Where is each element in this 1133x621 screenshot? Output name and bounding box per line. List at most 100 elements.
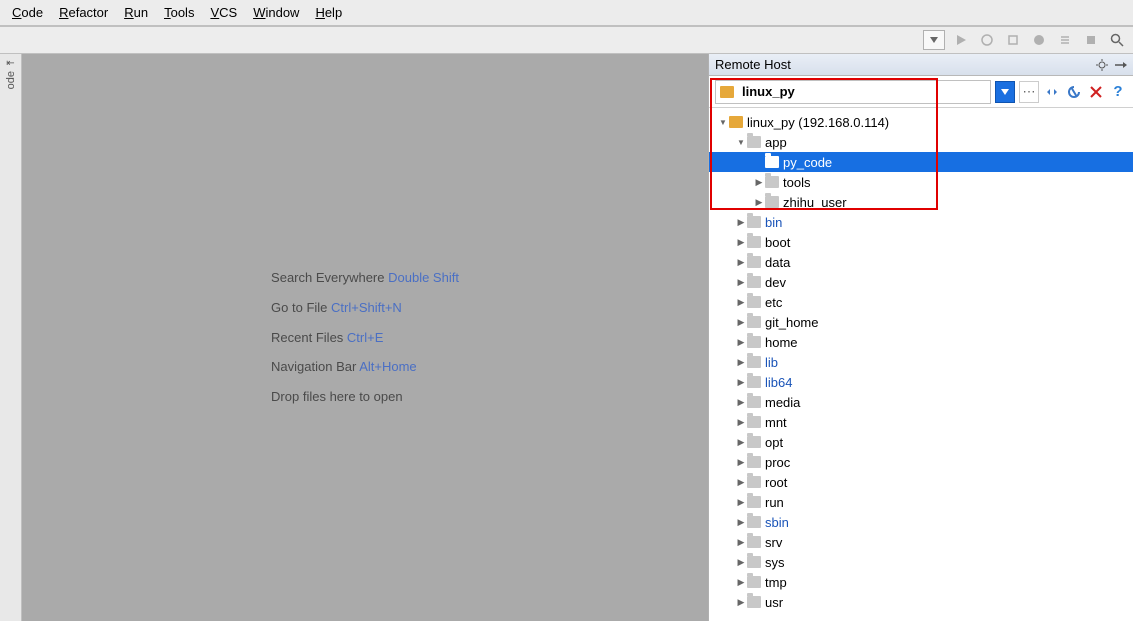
chevron-right-icon[interactable]: ▶ (735, 417, 747, 428)
left-gutter: ⇤ ode (0, 54, 22, 621)
editor-hint: Navigation Bar Alt+Home (271, 352, 459, 382)
editor-hints: Search Everywhere Double ShiftGo to File… (271, 263, 459, 412)
chevron-right-icon[interactable]: ▶ (735, 337, 747, 348)
remote-file-tree[interactable]: ▼linux_py (192.168.0.114)▼apppy_code▶too… (709, 108, 1133, 621)
chevron-right-icon[interactable]: ▶ (735, 577, 747, 588)
search-icon[interactable] (1107, 30, 1127, 50)
delete-icon[interactable] (1087, 83, 1105, 101)
tree-row[interactable]: ▶root (709, 472, 1133, 492)
editor-hint: Recent Files Ctrl+E (271, 323, 459, 353)
tree-row[interactable]: ▶lib64 (709, 372, 1133, 392)
tree-row[interactable]: ▶ etc (709, 292, 1133, 312)
tree-row[interactable]: ▼linux_py (192.168.0.114) (709, 112, 1133, 132)
tree-row[interactable]: ▶usr (709, 592, 1133, 612)
chevron-right-icon[interactable]: ▶ (753, 177, 765, 188)
chevron-right-icon[interactable]: ▶ (735, 517, 747, 528)
remote-host-panel: Remote Host linux_py ⋯ ? ▼linux_py (192.… (708, 54, 1133, 621)
collapse-left-icon[interactable]: ⇤ (6, 58, 14, 69)
menu-run[interactable]: Run (116, 5, 156, 20)
folder-icon (765, 196, 779, 208)
menu-window[interactable]: Window (245, 5, 307, 20)
tree-label: dev (765, 275, 786, 290)
server-selector[interactable]: linux_py (715, 80, 991, 104)
folder-icon (747, 236, 761, 248)
left-gutter-label[interactable]: ode (5, 71, 17, 89)
tree-label: sys (765, 555, 785, 570)
chevron-right-icon[interactable]: ▶ (735, 597, 747, 608)
refresh-icon[interactable] (1065, 83, 1083, 101)
run-icon[interactable] (951, 30, 971, 50)
chevron-right-icon[interactable]: ▶ (753, 197, 765, 208)
chevron-right-icon[interactable]: ▶ (735, 237, 747, 248)
menu-refactor[interactable]: Refactor (51, 5, 116, 20)
debug-icon[interactable] (977, 30, 997, 50)
chevron-right-icon[interactable]: ▶ (735, 537, 747, 548)
server-icon (720, 86, 734, 98)
run-config-dropdown[interactable] (923, 30, 945, 50)
menu-help[interactable]: Help (307, 5, 350, 20)
tree-row[interactable]: ▼app (709, 132, 1133, 152)
tree-row[interactable]: ▶srv (709, 532, 1133, 552)
tree-row[interactable]: ▶tools (709, 172, 1133, 192)
hide-icon[interactable] (1113, 58, 1127, 72)
tree-row[interactable]: ▶data (709, 252, 1133, 272)
tree-row[interactable]: ▶home (709, 332, 1133, 352)
coverage-icon[interactable] (1003, 30, 1023, 50)
tree-row[interactable]: ▶boot (709, 232, 1133, 252)
folder-icon (747, 356, 761, 368)
editor-empty: Search Everywhere Double ShiftGo to File… (22, 54, 708, 621)
tree-row[interactable]: ▶lib (709, 352, 1133, 372)
chevron-right-icon[interactable]: ▶ (735, 277, 747, 288)
chevron-down-icon[interactable]: ▼ (735, 138, 747, 147)
server-dropdown-button[interactable] (995, 81, 1015, 103)
chevron-right-icon[interactable]: ▶ (735, 217, 747, 228)
shortcut: Double Shift (388, 270, 459, 285)
tree-row[interactable]: py_code (709, 152, 1133, 172)
sync-icon[interactable] (1043, 83, 1061, 101)
tree-row[interactable]: ▶proc (709, 452, 1133, 472)
chevron-right-icon[interactable]: ▶ (735, 477, 747, 488)
folder-icon (747, 416, 761, 428)
profile-icon[interactable] (1029, 30, 1049, 50)
tree-row[interactable]: ▶mnt (709, 412, 1133, 432)
tree-row[interactable]: ▶ sbin (709, 512, 1133, 532)
ellipsis-icon[interactable]: ⋯ (1019, 81, 1039, 103)
chevron-right-icon[interactable]: ▶ (735, 437, 747, 448)
help-icon[interactable]: ? (1109, 83, 1127, 101)
tree-row[interactable]: ▶ opt (709, 432, 1133, 452)
panel-toolbar: linux_py ⋯ ? (709, 76, 1133, 108)
menu-tools[interactable]: Tools (156, 5, 202, 20)
tree-row[interactable]: ▶media (709, 392, 1133, 412)
chevron-right-icon[interactable]: ▶ (735, 357, 747, 368)
folder-icon (747, 596, 761, 608)
tree-label: opt (765, 435, 783, 450)
folder-icon (747, 536, 761, 548)
tree-row[interactable]: ▶tmp (709, 572, 1133, 592)
chevron-down-icon[interactable]: ▼ (717, 118, 729, 127)
tree-row[interactable]: ▶ bin (709, 212, 1133, 232)
chevron-right-icon[interactable]: ▶ (735, 397, 747, 408)
chevron-right-icon[interactable]: ▶ (735, 557, 747, 568)
chevron-right-icon[interactable]: ▶ (735, 317, 747, 328)
concurrent-icon[interactable] (1055, 30, 1075, 50)
menu-code[interactable]: Code (4, 5, 51, 20)
gear-icon[interactable] (1095, 58, 1109, 72)
chevron-right-icon[interactable]: ▶ (735, 457, 747, 468)
tree-row[interactable]: ▶run (709, 492, 1133, 512)
tree-label: etc (765, 295, 782, 310)
folder-icon (747, 256, 761, 268)
menu-vcs[interactable]: VCS (202, 5, 245, 20)
chevron-right-icon[interactable]: ▶ (735, 497, 747, 508)
shortcut: Ctrl+E (347, 330, 383, 345)
folder-icon (747, 336, 761, 348)
tree-row[interactable]: ▶ sys (709, 552, 1133, 572)
tree-row[interactable]: ▶zhihu_user (709, 192, 1133, 212)
stop-icon[interactable] (1081, 30, 1101, 50)
chevron-right-icon[interactable]: ▶ (735, 297, 747, 308)
tree-label: bin (765, 215, 782, 230)
tree-label: sbin (765, 515, 789, 530)
tree-row[interactable]: ▶ dev (709, 272, 1133, 292)
chevron-right-icon[interactable]: ▶ (735, 377, 747, 388)
chevron-right-icon[interactable]: ▶ (735, 257, 747, 268)
tree-row[interactable]: ▶git_home (709, 312, 1133, 332)
